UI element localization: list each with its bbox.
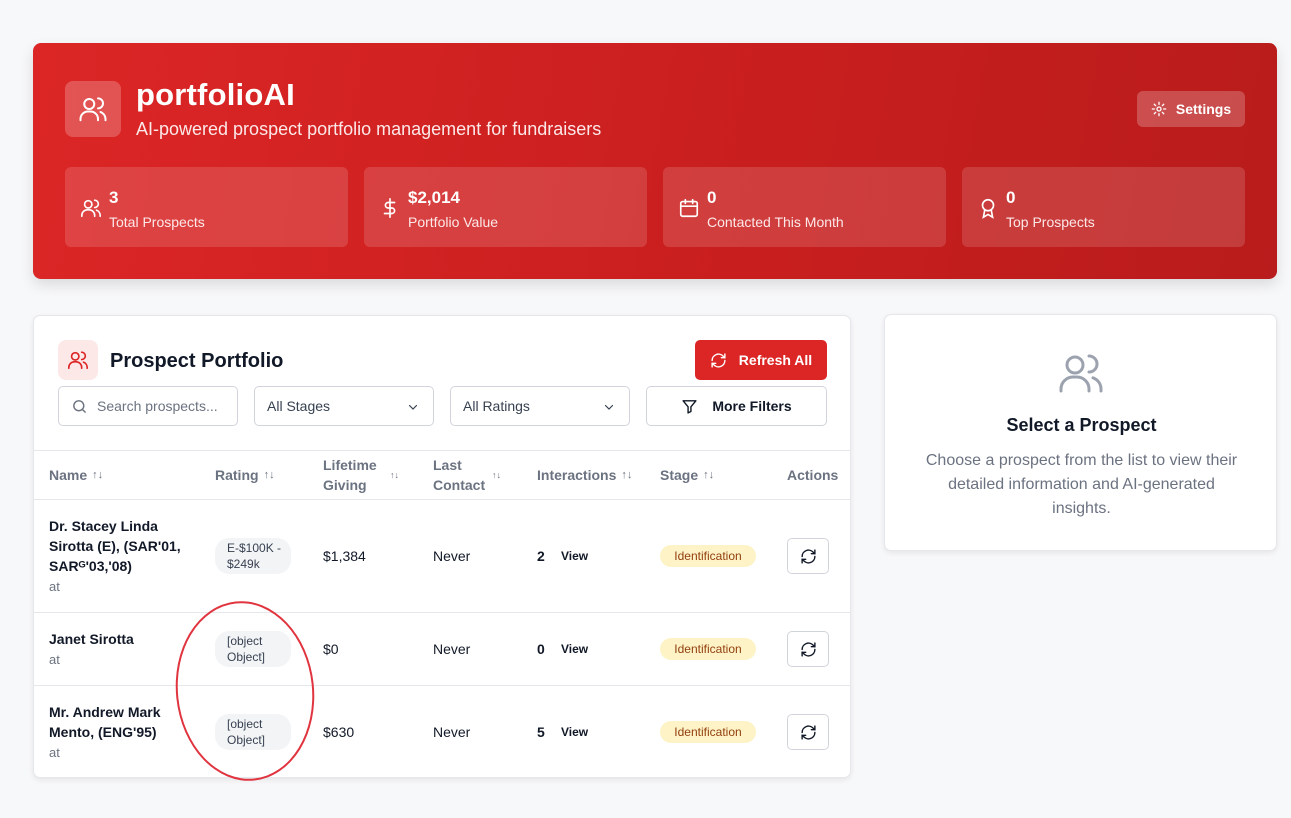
sort-icon: ↑↓: [492, 470, 501, 480]
stat-portfolio-value: $2,014 Portfolio Value: [364, 167, 647, 247]
refresh-all-button[interactable]: Refresh All: [695, 340, 827, 380]
view-interactions-link[interactable]: View: [561, 725, 588, 739]
column-label: Stage: [660, 467, 699, 483]
more-filters-label: More Filters: [712, 398, 792, 414]
app-subtitle: AI-powered prospect portfolio management…: [136, 119, 602, 139]
interaction-count: 2: [537, 548, 545, 564]
column-header-actions: Actions: [787, 465, 838, 485]
sort-icon: ↑↓: [390, 470, 399, 480]
column-label: Name: [49, 467, 88, 483]
stat-label: Top Prospects: [1006, 214, 1095, 230]
app-title: portfolioAI: [136, 77, 295, 112]
refresh-icon: [711, 352, 726, 368]
stage-badge: Identification: [660, 638, 756, 660]
prospect-name[interactable]: Dr. Stacey Linda Sirotta (E), (SAR'01, S…: [49, 516, 199, 576]
panel-title: Prospect Portfolio: [110, 350, 284, 372]
award-icon: [981, 198, 995, 219]
lifetime-giving: $1,384: [323, 548, 366, 564]
lifetime-giving: $0: [323, 641, 339, 657]
column-header-lifetime-giving[interactable]: Lifetime Giving ↑↓: [323, 455, 408, 495]
chevron-down-icon: [408, 404, 418, 410]
prospect-name[interactable]: Janet Sirotta: [49, 629, 199, 649]
stage-badge: Identification: [660, 545, 756, 567]
sort-icon: ↑↓: [703, 469, 715, 481]
column-label: Lifetime Giving: [323, 457, 377, 493]
stat-label: Total Prospects: [109, 214, 205, 230]
chevron-down-icon: [604, 404, 614, 410]
refresh-all-label: Refresh All: [738, 352, 813, 368]
stat-total-prospects: 3 Total Prospects: [65, 167, 348, 247]
prospect-detail-placeholder: Select a Prospect Choose a prospect from…: [884, 314, 1277, 551]
stage-filter-value: All Stages: [267, 398, 331, 414]
last-contact: Never: [433, 641, 471, 657]
stat-value: 0: [1006, 188, 1016, 207]
users-icon: [81, 199, 101, 218]
table-row[interactable]: Mr. Andrew Mark Mento, (ENG'95) at [obje…: [34, 686, 850, 777]
settings-button[interactable]: Settings: [1137, 91, 1245, 127]
column-label: Actions: [787, 467, 839, 483]
users-logo-icon: [65, 81, 121, 137]
stage-filter-select[interactable]: All Stages: [254, 386, 434, 426]
column-header-name[interactable]: Name ↑↓: [49, 465, 103, 485]
stat-label: Contacted This Month: [707, 214, 844, 230]
refresh-icon: [800, 548, 816, 564]
column-header-interactions[interactable]: Interactions ↑↓: [537, 465, 632, 485]
dollar-icon: [383, 198, 396, 218]
refresh-prospect-button[interactable]: [787, 631, 829, 667]
rating-filter-select[interactable]: All Ratings: [450, 386, 630, 426]
refresh-prospect-button[interactable]: [787, 538, 829, 574]
column-header-stage[interactable]: Stage ↑↓: [660, 465, 714, 485]
view-interactions-link[interactable]: View: [561, 549, 588, 563]
rating-badge: [object Object]: [215, 714, 291, 750]
column-label: Interactions: [537, 467, 617, 483]
last-contact: Never: [433, 724, 471, 740]
stat-value: 0: [707, 188, 717, 207]
prospect-employer: at: [49, 579, 60, 594]
table-header: Name ↑↓ Rating ↑↓ Lifetime Giving ↑↓ Last C…: [34, 450, 850, 500]
prospect-portfolio-panel: Prospect Portfolio Refresh All Search pr…: [33, 315, 851, 778]
filter-icon: [682, 399, 697, 414]
select-prospect-title: Select a Prospect: [1006, 415, 1157, 435]
column-label: Last Contact: [433, 457, 486, 493]
rating-filter-value: All Ratings: [463, 398, 530, 414]
settings-label: Settings: [1175, 101, 1232, 117]
app-header: portfolioAI AI-powered prospect portfoli…: [33, 43, 1277, 279]
refresh-icon: [800, 641, 816, 657]
users-icon: [1059, 354, 1103, 393]
users-icon: [58, 340, 98, 380]
stat-contacted-this-month: 0 Contacted This Month: [663, 167, 946, 247]
sort-icon: ↑↓: [263, 469, 275, 481]
table-row[interactable]: Janet Sirotta at [object Object] $0 Neve…: [34, 613, 850, 686]
rating-badge: E-$100K - $249k: [215, 538, 291, 574]
stage-badge: Identification: [660, 721, 756, 743]
rating-badge: [object Object]: [215, 631, 291, 667]
stat-top-prospects: 0 Top Prospects: [962, 167, 1245, 247]
search-input[interactable]: Search prospects...: [58, 386, 238, 426]
sort-icon: ↑↓: [92, 469, 104, 481]
last-contact: Never: [433, 548, 471, 564]
column-header-last-contact[interactable]: Last Contact ↑↓: [433, 455, 511, 495]
more-filters-button[interactable]: More Filters: [646, 386, 827, 426]
refresh-prospect-button[interactable]: [787, 714, 829, 750]
table-row[interactable]: Dr. Stacey Linda Sirotta (E), (SAR'01, S…: [34, 500, 850, 613]
interaction-count: 5: [537, 724, 545, 740]
prospect-employer: at: [49, 652, 60, 667]
sort-icon: ↑↓: [621, 469, 633, 481]
interaction-count: 0: [537, 641, 545, 657]
column-header-rating[interactable]: Rating ↑↓: [215, 465, 275, 485]
stat-value: $2,014: [408, 188, 460, 207]
prospect-name[interactable]: Mr. Andrew Mark Mento, (ENG'95): [49, 702, 199, 742]
lifetime-giving: $630: [323, 724, 355, 740]
prospect-employer: at: [49, 745, 60, 760]
view-interactions-link[interactable]: View: [561, 642, 588, 656]
stat-label: Portfolio Value: [408, 214, 499, 230]
stat-value: 3: [109, 188, 119, 207]
search-icon: [73, 400, 86, 413]
select-prospect-description: Choose a prospect from the list to view …: [925, 452, 1238, 517]
gear-icon: [1151, 101, 1167, 117]
calendar-icon: [679, 198, 699, 218]
search-placeholder: Search prospects...: [97, 398, 218, 414]
column-label: Rating: [215, 467, 259, 483]
refresh-icon: [800, 724, 816, 740]
